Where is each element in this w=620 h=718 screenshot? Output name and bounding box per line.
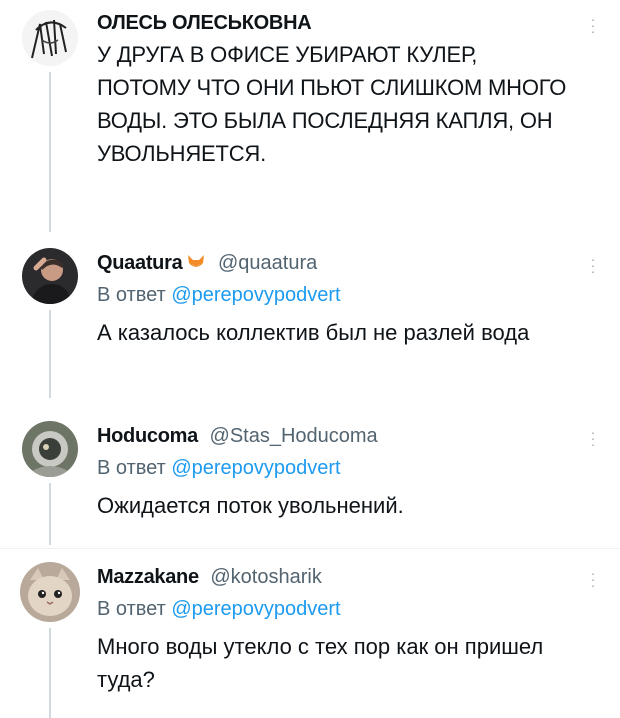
author-name[interactable]: Hoducoma — [97, 425, 198, 447]
more-options-icon[interactable]: · · · — [588, 425, 598, 451]
tweet[interactable]: Hoducoma @Stas_Hoducoma В ответ @perepov… — [0, 421, 620, 545]
reply-mention-link[interactable]: @perepovypodvert — [171, 598, 340, 620]
thread-line — [49, 628, 51, 718]
more-options-icon[interactable]: · · · — [588, 12, 598, 38]
person-avatar-icon — [22, 248, 78, 304]
tweet-text: Ожидается поток увольнений. — [97, 493, 404, 518]
more-options-icon[interactable]: · · · — [588, 566, 598, 592]
reply-mention-link[interactable]: @perepovypodvert — [171, 284, 340, 306]
author-name[interactable]: ОЛЕСЬ ОЛЕСЬКОВНА — [97, 12, 312, 34]
reply-mention-link[interactable]: @perepovypodvert — [171, 457, 340, 479]
avatar[interactable] — [22, 421, 78, 477]
avatar[interactable] — [22, 10, 78, 66]
sketch-avatar-icon — [22, 10, 78, 66]
author-name[interactable]: Mazzakane — [97, 566, 199, 588]
reply-context: В ответ @perepovypodvert — [97, 284, 341, 306]
reply-context: В ответ @perepovypodvert — [97, 457, 341, 479]
author-handle[interactable]: @kotosharik — [210, 566, 321, 588]
more-options-icon[interactable]: · · · — [588, 252, 598, 278]
tweet[interactable]: Mazzakane @kotosharik В ответ @perepovyp… — [0, 562, 620, 718]
author-name[interactable]: Quaatura — [97, 252, 183, 274]
astronaut-avatar-icon — [22, 421, 78, 477]
tweet-text: У ДРУГА В ОФИСЕ УБИРАЮТ КУЛЕР, ПОТОМУ ЧТ… — [97, 42, 567, 166]
tweet[interactable]: Quaatura @quaatura В ответ @perepovypodv… — [0, 248, 620, 398]
fox-icon — [188, 255, 205, 267]
avatar[interactable] — [20, 562, 80, 622]
reply-context: В ответ @perepovypodvert — [97, 598, 341, 620]
divider — [0, 548, 620, 549]
author-handle[interactable]: @quaatura — [218, 252, 317, 274]
thread-line — [49, 310, 51, 398]
tweet-text: А казалось коллектив был не разлей вода — [97, 320, 530, 345]
thread-line — [49, 72, 51, 232]
thread-line — [49, 483, 51, 545]
avatar[interactable] — [22, 248, 78, 304]
tweet-text: Много воды утекло с тех пор как он прише… — [97, 634, 544, 692]
cat-avatar-icon — [20, 562, 80, 622]
author-handle[interactable]: @Stas_Hoducoma — [210, 425, 378, 447]
tweet[interactable]: ОЛЕСЬ ОЛЕСЬКОВНА У ДРУГА В ОФИСЕ УБИРАЮТ… — [0, 10, 620, 232]
